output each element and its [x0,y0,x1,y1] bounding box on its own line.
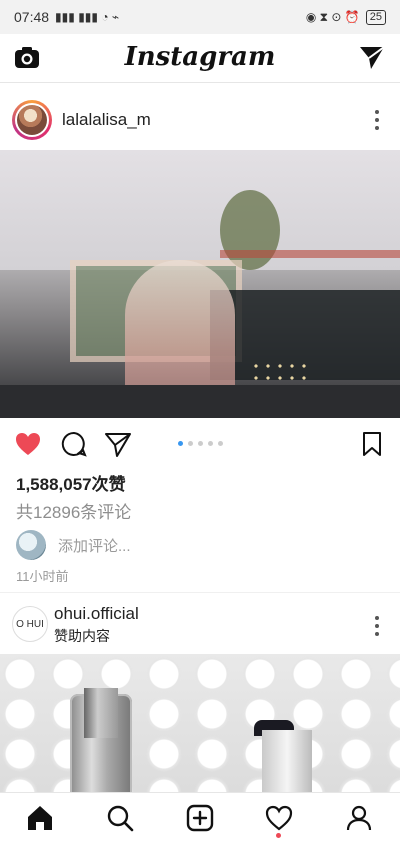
sponsored-image[interactable] [0,654,400,792]
more-options-icon[interactable] [374,614,380,638]
more-options-icon[interactable] [374,108,380,132]
avatar [16,530,46,560]
carousel-dot-active [178,441,183,446]
profile-icon[interactable] [344,803,374,833]
battery-indicator: 25 [365,9,386,25]
view-comments-link[interactable]: 共12896条评论 [16,498,131,523]
advertiser-logo[interactable]: O HUI [12,606,48,642]
advertiser-name[interactable]: ohui.official [54,604,139,624]
share-icon[interactable] [104,430,132,458]
status-icons: ◉ ⧗ ⊙ ⏰ [305,9,360,24]
post-timestamp: 11小时前 [16,569,69,584]
sponsored-post-header: O HUI ohui.official 赞助内容 [0,600,400,650]
status-time: 07:48 [14,9,50,25]
divider [0,592,400,593]
carousel-dot [188,441,193,446]
add-comment-row[interactable]: 添加评论... [16,528,131,562]
carousel-dot [208,441,213,446]
post-actions [0,420,400,470]
new-post-icon[interactable] [185,803,215,833]
bottom-navigation [0,792,400,845]
activity-heart-icon[interactable] [264,803,294,833]
post-image[interactable] [0,150,400,418]
like-heart-icon[interactable] [14,430,42,458]
top-bar: Instagram [0,34,400,83]
app-title: Instagram [124,42,276,72]
bookmark-icon[interactable] [358,430,386,458]
carousel-indicator [178,441,223,446]
signal-icon: ▮▮▮ ▮▮▮ ◔ ⌁ [55,10,120,24]
post-header: lalalalisa_m [0,94,400,146]
add-comment-input[interactable]: 添加评论... [58,535,131,556]
status-bar: 07:48 ▮▮▮ ▮▮▮ ◔ ⌁ ◉ ⧗ ⊙ ⏰ 25 [0,0,400,34]
likes-count[interactable]: 1,588,057次赞 [16,470,126,495]
search-icon[interactable] [105,803,135,833]
sponsored-label: 赞助内容 [54,628,110,644]
comment-icon[interactable] [60,430,88,458]
carousel-dot [218,441,223,446]
direct-message-icon[interactable] [358,43,386,71]
home-icon[interactable] [25,803,55,833]
post-username[interactable]: lalalalisa_m [62,110,151,130]
carousel-dot [198,441,203,446]
avatar[interactable] [12,100,52,140]
notification-dot [276,833,281,838]
